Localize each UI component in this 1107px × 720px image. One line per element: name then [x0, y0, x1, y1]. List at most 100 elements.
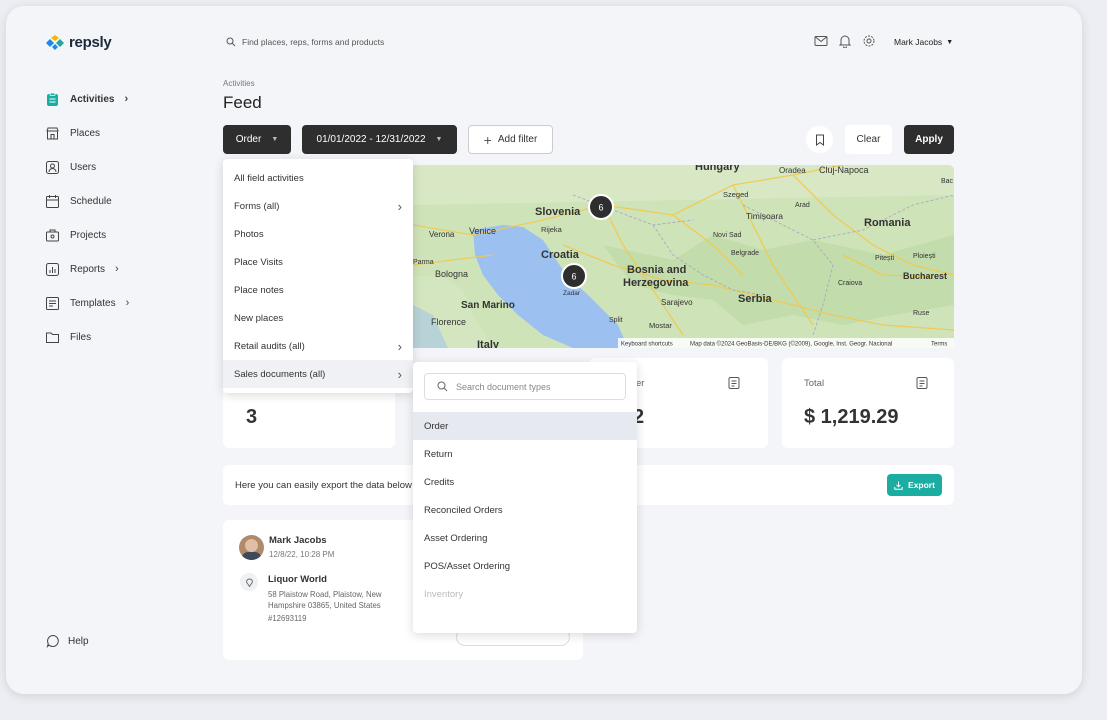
activity-type-dropdown[interactable]: Order ▼ — [223, 125, 291, 154]
map-label-serbia: Serbia — [738, 293, 773, 305]
export-button[interactable]: Export — [887, 474, 942, 496]
search-input[interactable]: Find places, reps, forms and products — [242, 37, 384, 47]
search-icon — [437, 381, 448, 392]
mail-icon[interactable] — [814, 35, 828, 47]
caret-down-icon: ▼ — [271, 136, 279, 143]
map-label-croatia: Croatia — [541, 249, 580, 261]
menu-item-label: New places — [234, 312, 284, 324]
chevron-right-icon: › — [397, 338, 402, 354]
breadcrumb[interactable]: Activities — [223, 79, 255, 88]
menu-item-label: Retail audits (all) — [234, 340, 305, 352]
date-range-picker[interactable]: 01/01/2022 - 12/31/2022 ▼ — [302, 125, 457, 154]
document-type-search[interactable]: Search document types — [424, 373, 626, 400]
menu-item-label: Forms (all) — [234, 200, 280, 212]
menu-item-photos[interactable]: Photos — [223, 220, 413, 248]
map-label-bologna: Bologna — [435, 269, 468, 279]
stat-card-total: Total $ 1,219.29 — [782, 358, 954, 448]
user-menu[interactable]: Mark Jacobs ▼ — [894, 37, 953, 47]
sidebar-item-projects[interactable]: Projects — [45, 218, 185, 252]
activity-map[interactable]: Hungary Slovenia Croatia Bosnia and Herz… — [413, 165, 954, 348]
doc-type-asset-ordering[interactable]: Asset Ordering — [413, 524, 637, 552]
sidebar: Activities › Places Users Schedule Proje… — [45, 82, 185, 354]
menu-item-label: Photos — [234, 228, 264, 240]
map-label-italy: Italy — [477, 339, 500, 348]
activity-user-name[interactable]: Mark Jacobs — [269, 535, 327, 546]
doc-type-pos-asset-ordering[interactable]: POS/Asset Ordering — [413, 552, 637, 580]
sidebar-item-activities[interactable]: Activities › — [45, 82, 185, 116]
export-text: Here you can easily export the data belo… — [235, 480, 412, 491]
map-attribution: Map data ©2024 GeoBasis-DE/BKG (©2009), … — [690, 341, 892, 348]
map-canvas[interactable]: Hungary Slovenia Croatia Bosnia and Herz… — [413, 165, 954, 348]
repsly-logo[interactable]: repsly — [45, 34, 112, 51]
activity-datetime: 12/8/22, 10:28 PM — [269, 550, 335, 559]
map-label-bosnia-1: Bosnia and — [627, 264, 686, 276]
map-label-belgrade: Belgrade — [731, 250, 759, 257]
menu-item-label: Place notes — [234, 284, 284, 296]
chevron-right-icon: › — [115, 263, 119, 275]
save-filter-button[interactable] — [806, 126, 833, 153]
brand-name: repsly — [69, 34, 112, 51]
map-cluster-marker-2[interactable]: 6 — [561, 263, 587, 289]
chevron-right-icon: › — [397, 198, 402, 214]
sidebar-item-files[interactable]: Files — [45, 320, 185, 354]
menu-item-new-places[interactable]: New places — [223, 304, 413, 332]
activity-address-line2: Hampshire 03865, United States — [268, 601, 381, 610]
map-label-craiova: Craiova — [838, 280, 862, 287]
page-title: Feed — [223, 93, 262, 112]
bell-icon[interactable] — [838, 34, 852, 48]
receipt-icon — [915, 376, 929, 393]
chevron-right-icon: › — [125, 297, 130, 309]
map-label-cluj-napoca: Cluj-Napoca — [819, 165, 869, 175]
doc-type-order[interactable]: Order — [413, 412, 637, 440]
sidebar-item-label: Places — [70, 127, 101, 139]
sidebar-item-schedule[interactable]: Schedule — [45, 184, 185, 218]
map-terms-link[interactable]: Terms — [931, 342, 947, 348]
sidebar-item-places[interactable]: Places — [45, 116, 185, 150]
menu-item-forms[interactable]: Forms (all) › — [223, 192, 413, 220]
chevron-right-icon: › — [397, 366, 402, 382]
menu-item-label: Place Visits — [234, 256, 283, 268]
map-label-sarajevo: Sarajevo — [661, 298, 693, 307]
document-types-submenu: Search document types Order Return Credi… — [413, 362, 637, 633]
document-search-input[interactable]: Search document types — [456, 382, 551, 392]
sidebar-item-templates[interactable]: Templates › — [45, 286, 185, 320]
help-label: Help — [68, 635, 89, 647]
doc-type-reconciled-orders[interactable]: Reconciled Orders — [413, 496, 637, 524]
doc-type-inventory[interactable]: Inventory — [413, 580, 637, 608]
menu-item-retail-audits[interactable]: Retail audits (all) › — [223, 332, 413, 360]
map-cluster-marker-1[interactable]: 6 — [588, 194, 614, 220]
add-filter-button[interactable]: + Add filter — [468, 125, 553, 154]
map-label-florence: Florence — [431, 317, 466, 327]
map-label-rijeka: Rijeka — [541, 225, 563, 234]
menu-item-place-visits[interactable]: Place Visits — [223, 248, 413, 276]
chart-icon — [46, 262, 59, 276]
global-search[interactable]: Find places, reps, forms and products — [226, 37, 384, 47]
menu-item-all-field-activities[interactable]: All field activities — [223, 164, 413, 192]
menu-item-label: Sales documents (all) — [234, 368, 326, 380]
apply-button[interactable]: Apply — [904, 125, 954, 154]
chat-bubble-icon — [46, 634, 59, 648]
sidebar-item-users[interactable]: Users — [45, 150, 185, 184]
download-icon — [894, 481, 903, 490]
sidebar-item-label: Files — [70, 331, 92, 343]
map-keyboard-shortcuts[interactable]: Keyboard shortcuts — [621, 342, 673, 348]
menu-item-sales-documents[interactable]: Sales documents (all) › — [223, 360, 413, 388]
map-label-split: Split — [609, 317, 623, 324]
export-label: Export — [908, 480, 935, 490]
plus-icon: + — [483, 131, 492, 148]
gear-icon[interactable] — [862, 34, 876, 48]
activity-address-line1: 58 Plaistow Road, Plaistow, New — [268, 590, 382, 599]
activity-place-name[interactable]: Liquor World — [268, 574, 327, 585]
sidebar-item-label: Activities — [70, 93, 115, 105]
sidebar-item-reports[interactable]: Reports › — [45, 252, 185, 286]
map-label-san-marino: San Marino — [461, 300, 515, 311]
doc-type-credits[interactable]: Credits — [413, 468, 637, 496]
map-label-zadar: Zadar — [563, 290, 581, 297]
help-link[interactable]: Help — [46, 634, 89, 648]
clear-button[interactable]: Clear — [845, 125, 892, 154]
menu-item-place-notes[interactable]: Place notes — [223, 276, 413, 304]
sidebar-item-label: Schedule — [70, 195, 112, 207]
template-icon — [46, 296, 59, 310]
map-label-romania: Romania — [864, 217, 911, 229]
doc-type-return[interactable]: Return — [413, 440, 637, 468]
